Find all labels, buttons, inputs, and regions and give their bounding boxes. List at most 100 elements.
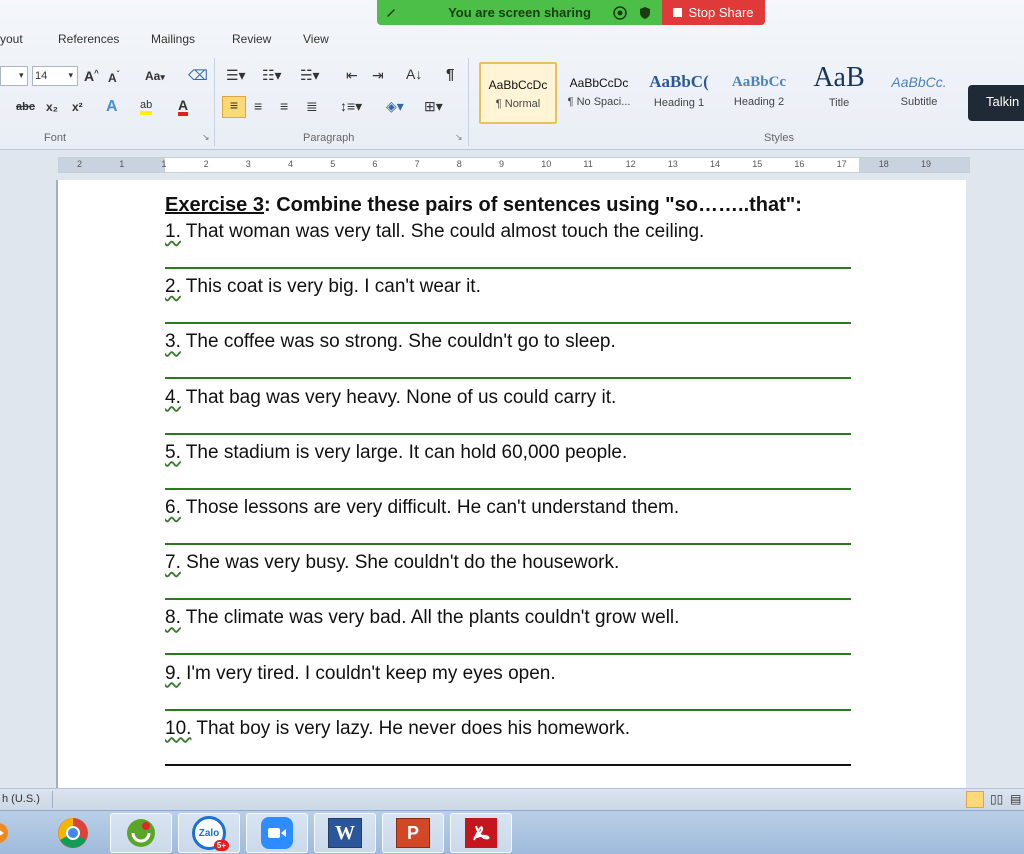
exercise-text: Those lessons are very difficult. He can… [180,497,680,518]
powerpoint-icon[interactable]: P [382,813,444,853]
status-separator [52,791,53,808]
paragraph-launcher-icon[interactable]: ↘ [455,132,463,143]
answer-line[interactable] [165,267,851,269]
font-size-value: 14 [35,70,48,82]
acrobat-icon[interactable] [450,813,512,853]
answer-line[interactable] [165,708,851,711]
justify-icon[interactable]: ≣ [306,98,318,115]
unikey-icon[interactable] [110,813,172,853]
text-effects-icon[interactable]: A [106,98,118,116]
style-name: Title [828,97,850,109]
exercise-item: 10. That boy is very lazy. He never does… [165,718,630,740]
bullets-icon[interactable]: ☰▾ [226,67,246,84]
exercise-item: 1. That woman was very tall. She could a… [165,221,704,243]
tab-review[interactable]: Review [232,32,271,46]
answer-line[interactable] [165,653,851,656]
document-page[interactable]: Exercise 3: Combine these pairs of sente… [58,180,966,790]
zalo-label: Zalo [198,827,220,839]
ruler-tick-label: 16 [794,159,805,169]
ruler-tick-label: 11 [583,159,593,169]
tab-layout[interactable]: yout [0,32,23,46]
clear-format-icon[interactable]: ⌫ [188,67,208,84]
style-heading-1[interactable]: AaBbC( Heading 1 [640,62,718,124]
tab-view[interactable]: View [303,32,329,46]
style-heading-2[interactable]: AaBbCc Heading 2 [720,62,798,124]
answer-line[interactable] [165,598,851,601]
record-icon[interactable] [613,6,627,20]
ruler-tick-label: 12 [625,159,636,169]
tab-references[interactable]: References [58,32,119,46]
word-icon[interactable]: W [314,813,376,853]
talking-tooltip: Talkin [968,85,1024,121]
ruler-tick-label: 19 [921,159,932,169]
exercise-number: 2. [165,276,181,298]
line-spacing-icon[interactable]: ↕≡▾ [340,98,362,115]
decrease-indent-icon[interactable]: ⇤ [346,67,358,84]
style-name: Heading 2 [733,96,785,108]
chrome-icon[interactable] [42,813,104,853]
exercise-text: The stadium is very large. It can hold 6… [180,441,628,463]
pencil-icon[interactable] [385,6,397,18]
exercise-number: 6. [165,497,181,518]
zalo-icon[interactable]: Zalo 5+ [178,813,240,853]
language-indicator[interactable]: h (U.S.) [2,793,40,805]
increase-indent-icon[interactable]: ⇥ [372,67,384,84]
shading-icon[interactable]: ◈▾ [386,98,404,115]
exercise-text: She was very busy. She couldn't do the h… [180,552,620,574]
font-launcher-icon[interactable]: ↘ [202,132,210,143]
exercise-item: 5. The stadium is very large. It can hol… [165,442,627,464]
ruler-margin-right [859,158,969,172]
exercise-item: 9. I'm very tired. I couldn't keep my ey… [165,663,556,685]
media-player-icon[interactable] [0,813,20,853]
ruler-tick-label: 10 [541,159,552,169]
ruler-tick-label: 1 [119,159,125,169]
exercise-text: That bag was very heavy. None of us coul… [180,386,617,408]
style-no-spacing[interactable]: AaBbCcDc ¶ No Spaci... [560,62,638,124]
change-case-button[interactable]: Aa▾ [145,69,165,83]
multilevel-list-icon[interactable]: ☵▾ [300,67,320,84]
ruler-tick-label: 17 [836,159,847,169]
subscript-button[interactable]: x₂ [46,100,58,114]
shrink-font-icon[interactable]: Aˇ [108,70,119,85]
exercise-number: 9. [165,662,181,684]
exercise-item: 4. That bag was very heavy. None of us c… [165,387,616,409]
print-layout-icon[interactable] [966,791,984,808]
ruler-margin-left [59,158,165,172]
numbering-icon[interactable]: ☷▾ [262,67,282,84]
show-marks-icon[interactable]: ¶ [446,66,454,83]
strikethrough-button[interactable]: abc [16,101,35,113]
tab-mailings[interactable]: Mailings [151,32,195,46]
answer-line[interactable] [165,763,851,766]
font-color-button[interactable]: A [178,98,189,116]
stop-share-button[interactable]: Stop Share [662,0,765,25]
align-center-icon[interactable]: ≡ [254,98,262,114]
web-layout-icon[interactable]: ▤ [1010,792,1021,806]
answer-line[interactable] [165,487,851,490]
ruler-tick-label: 8 [456,159,462,169]
borders-icon[interactable]: ⊞▾ [424,98,443,115]
answer-line[interactable] [165,377,851,380]
styles-group-label: Styles [764,132,794,144]
style-subtitle[interactable]: AaBbCc. Subtitle [880,62,958,124]
horizontal-ruler[interactable]: 2 1 1 2 3 4 5 6 7 8 9 10 11 12 13 14 15 16 17 18 19 [58,157,970,173]
style-normal[interactable]: AaBbCcDc ¶ Normal [479,62,557,124]
zoom-icon[interactable] [246,813,308,853]
sort-icon[interactable]: A↓ [406,66,422,82]
grow-font-icon[interactable]: A^ [84,68,99,84]
notification-badge: 5+ [213,840,229,851]
answer-line[interactable] [165,543,851,545]
answer-line[interactable] [165,432,851,435]
stop-icon [673,8,683,17]
answer-line[interactable] [165,322,851,325]
ribbon: You are screen sharing Stop Share yout R… [0,0,1024,150]
exercise-number: 3. [165,331,181,353]
align-right-icon[interactable]: ≡ [280,98,288,114]
font-name-dropdown[interactable]: ▾ [0,66,28,86]
reading-layout-icon[interactable]: ▯▯ [990,792,1003,806]
align-left-button[interactable]: ≡ [222,96,246,118]
highlight-button[interactable]: ab [140,99,153,115]
style-title[interactable]: AaB Title [800,62,878,124]
font-size-dropdown[interactable]: 14 ▾ [32,66,78,86]
exercise-number: 1. [165,221,181,242]
superscript-button[interactable]: x² [72,100,83,114]
